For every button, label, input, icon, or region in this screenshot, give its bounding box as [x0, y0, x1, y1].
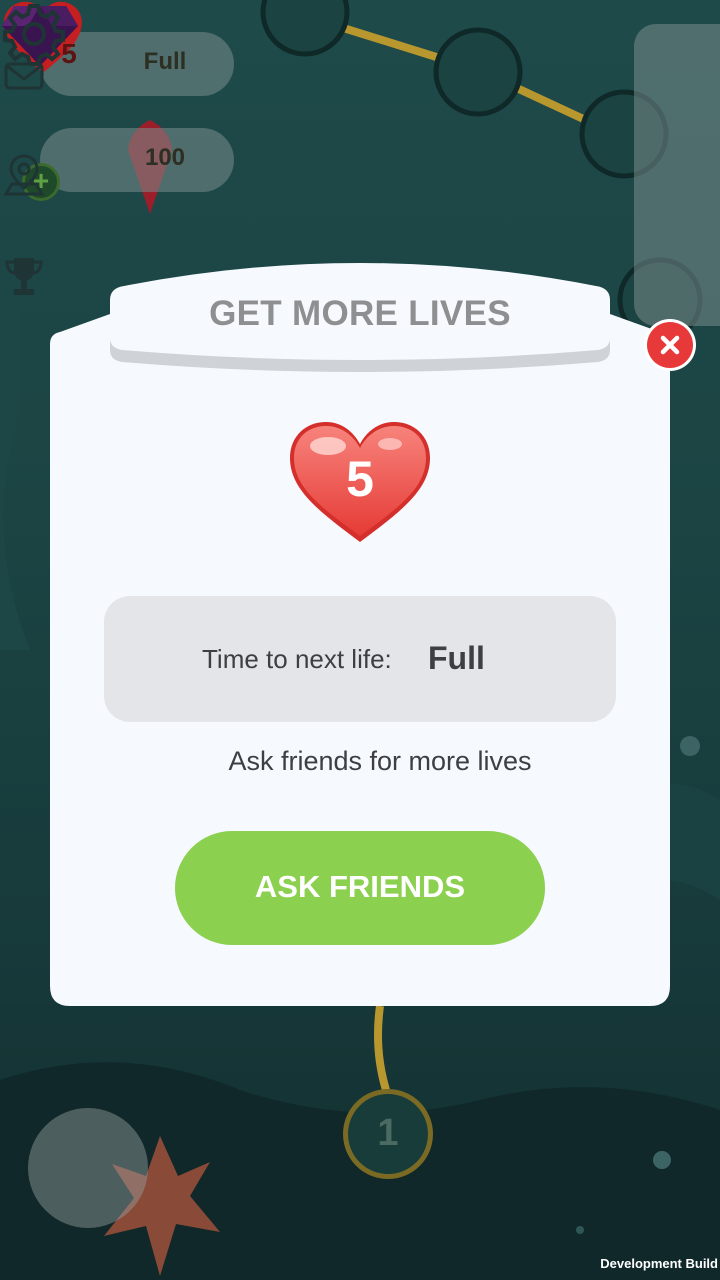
dialog-lives-count: 5 — [346, 451, 374, 507]
ask-friends-button[interactable]: ASK FRIENDS — [175, 831, 545, 945]
ask-friends-button-label: ASK FRIENDS — [254, 869, 466, 904]
close-button[interactable] — [647, 322, 693, 368]
get-more-lives-dialog: GET MORE LIVES 5 Time to next life: Full… — [50, 254, 670, 1006]
timer-label: Time to next life: — [202, 644, 392, 674]
timer-value: Full — [428, 640, 485, 676]
development-build-label: Development Build — [600, 1256, 718, 1271]
ask-friends-text: Ask friends for more lives — [228, 746, 532, 776]
timer-box: Time to next life: Full — [104, 596, 616, 722]
close-icon — [660, 335, 680, 355]
dialog-title: GET MORE LIVES — [209, 294, 511, 333]
